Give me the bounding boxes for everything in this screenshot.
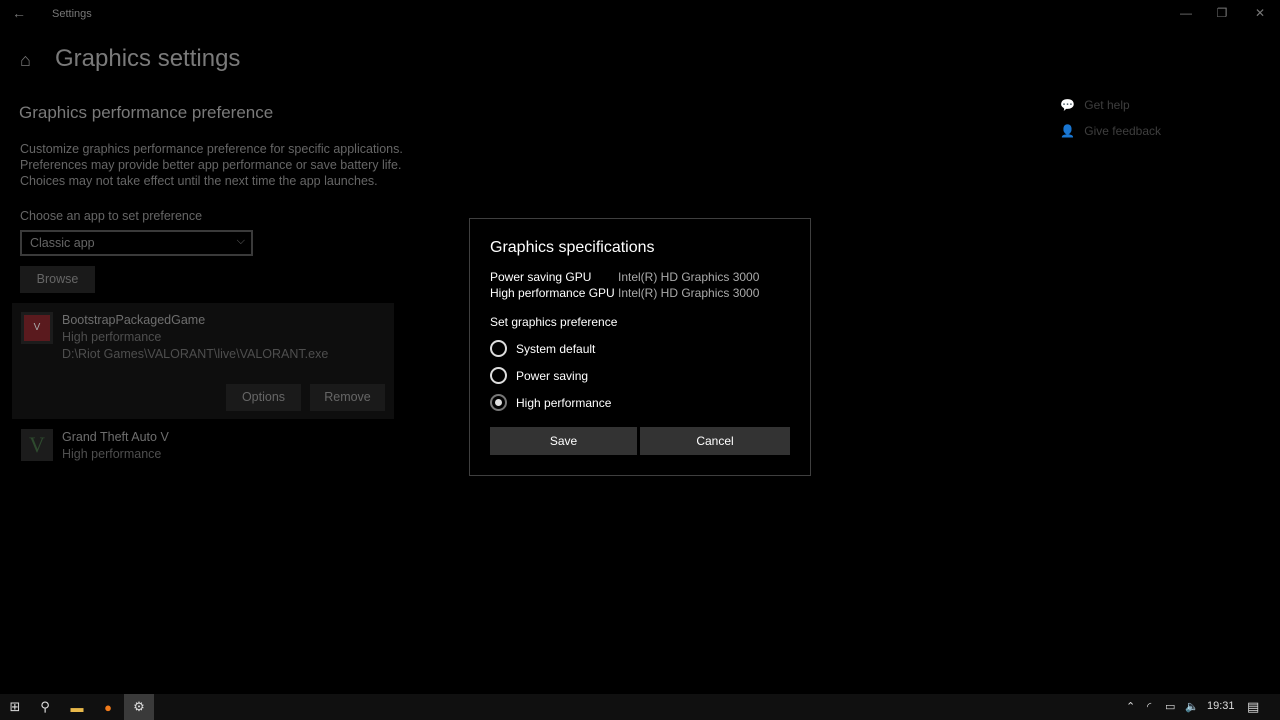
chevron-down-icon: ⌵ [236, 235, 245, 247]
taskbar: ⊞ ⚲ ▬ ● ⚙ ⌃ ◜ ▭ 🔈 19:31 ▤ [0, 694, 1280, 720]
graphics-specifications-dialog: Graphics specifications Power saving GPU… [469, 218, 811, 476]
spec-label: Power saving GPU [490, 270, 592, 284]
radio-circle [490, 340, 507, 357]
valorant-icon: V [21, 312, 53, 344]
cancel-button[interactable]: Cancel [640, 427, 790, 455]
app-name: Grand Theft Auto V [62, 430, 169, 444]
spec-row: Power saving GPU Intel(R) HD Graphics 300… [490, 270, 759, 284]
preference-label: Set graphics preference [490, 315, 618, 329]
firefox-icon[interactable]: ● [93, 694, 123, 720]
get-help-link[interactable]: 💬 Get help [1060, 98, 1130, 112]
radio-circle-selected [490, 394, 507, 411]
spec-value: Intel(R) HD Graphics 3000 [618, 270, 760, 284]
radio-system-default[interactable]: System default [490, 340, 595, 357]
gta-icon: V [21, 429, 53, 461]
clock[interactable]: 19:31 [1207, 700, 1235, 712]
start-windows-icon[interactable]: ⊞ [0, 694, 30, 720]
spec-value: Intel(R) HD Graphics 3000 [618, 286, 760, 300]
battery-icon[interactable]: ▭ [1165, 700, 1175, 713]
close-button[interactable]: ✕ [1250, 6, 1270, 20]
app-type-dropdown[interactable]: Classic app ⌵ [20, 230, 253, 256]
give-feedback-link[interactable]: 👤 Give feedback [1060, 124, 1161, 138]
minimize-button[interactable]: — [1176, 6, 1196, 20]
radio-high-performance[interactable]: High performance [490, 394, 611, 411]
file-explorer-icon[interactable]: ▬ [62, 694, 92, 720]
get-help-label: Get help [1084, 98, 1130, 112]
help-icon: 💬 [1060, 98, 1075, 112]
app-preference: High performance [62, 330, 162, 344]
spec-label: High performance GPU [490, 286, 615, 300]
feedback-icon: 👤 [1060, 124, 1075, 138]
browse-button[interactable]: Browse [20, 266, 95, 293]
app-name: BootstrapPackagedGame [62, 313, 206, 327]
volume-icon[interactable]: 🔈 [1185, 700, 1199, 713]
description-line: Choices may not take effect until the ne… [20, 174, 378, 188]
section-heading: Graphics performance preference [19, 103, 274, 122]
chevron-up-icon[interactable]: ⌃ [1126, 700, 1135, 713]
radio-circle [490, 367, 507, 384]
options-button[interactable]: Options [226, 384, 301, 411]
restore-button[interactable]: ❐ [1212, 6, 1232, 20]
window-title: Settings [52, 8, 92, 20]
radio-label: System default [516, 341, 596, 356]
app-type-value: Classic app [30, 236, 95, 250]
save-button[interactable]: Save [490, 427, 637, 455]
app-list-item[interactable]: V BootstrapPackagedGame High performance… [12, 303, 394, 419]
remove-button[interactable]: Remove [310, 384, 385, 411]
spec-row: High performance GPU Intel(R) HD Graphics… [490, 286, 759, 300]
page-title: Graphics settings [55, 45, 241, 72]
dialog-title: Graphics specifications [490, 239, 655, 256]
radio-power-saving[interactable]: Power saving [490, 367, 588, 384]
wifi-icon[interactable]: ◜ [1147, 700, 1151, 713]
radio-label: Power saving [516, 368, 589, 383]
home-icon[interactable]: ⌂ [20, 50, 31, 71]
app-list-item[interactable]: V Grand Theft Auto V High performance [12, 420, 394, 468]
app-path: D:\Riot Games\VALORANT\live\VALORANT.exe [62, 347, 329, 361]
description-line: Customize graphics performance preferenc… [20, 142, 403, 156]
choose-app-label: Choose an app to set preference [20, 209, 203, 223]
back-button[interactable]: ← [12, 5, 26, 21]
notification-icon[interactable]: ▤ [1247, 699, 1259, 715]
app-preference: High performance [62, 447, 162, 461]
settings-gear-icon[interactable]: ⚙ [124, 694, 154, 720]
give-feedback-label: Give feedback [1084, 124, 1162, 138]
search-icon[interactable]: ⚲ [30, 694, 60, 720]
description-line: Preferences may provide better app perfo… [20, 158, 402, 172]
title-bar: ← Settings — ❐ ✕ [0, 0, 1280, 28]
description: Customize graphics performance preferenc… [20, 141, 420, 189]
radio-label: High performance [516, 395, 612, 410]
